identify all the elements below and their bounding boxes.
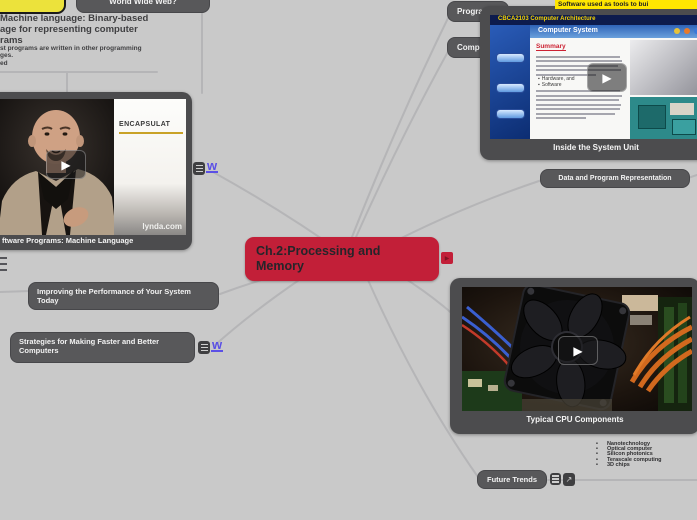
video-node-machine-language[interactable]: ENCAPSULAT lynda.com ▶ ftware Programs: …	[0, 92, 192, 250]
clipped-node-fragment	[0, 263, 7, 265]
toolbar-dot-icon	[684, 28, 690, 34]
video-caption: Typical CPU Components	[526, 415, 624, 424]
highlight-text: Software used as tools to bui	[558, 1, 649, 8]
notes-icon[interactable]	[193, 162, 205, 175]
notes-icon[interactable]	[198, 341, 210, 354]
node-future-trends[interactable]: Future Trends	[477, 470, 547, 489]
list-item: • 3D chips	[596, 461, 630, 468]
sidebar-button[interactable]	[496, 83, 525, 93]
sidebar-button[interactable]	[496, 53, 525, 63]
node-label: World Wide Web?	[109, 0, 177, 6]
node-label: Improving the Performance of Your System…	[37, 287, 191, 305]
node-strategies[interactable]: Strategies for Making Faster and Better …	[10, 332, 195, 363]
node-label: Future Trends	[486, 475, 537, 484]
play-button[interactable]: ▶	[46, 150, 86, 179]
clipped-yellow-node[interactable]	[0, 0, 66, 14]
slide-title: Computer System	[538, 27, 598, 34]
link-icon[interactable]: ↗	[563, 473, 575, 486]
slide-title-text: ENCAPSULAT	[119, 121, 171, 128]
text-node-machine-language-line1[interactable]: Machine language: Binary-based	[0, 13, 148, 24]
keyboard-image	[630, 40, 697, 95]
play-button[interactable]: ▶	[587, 63, 627, 92]
text-node-subtext-line1: st programs are written in other program…	[0, 45, 142, 52]
clipped-node-fragment	[0, 257, 7, 259]
gold-underline	[119, 132, 183, 134]
play-button[interactable]: ▶	[558, 336, 598, 365]
video-node-system-unit[interactable]: CBCA2103 Computer Architecture Computer …	[480, 6, 697, 160]
wikipedia-icon[interactable]: w	[206, 159, 219, 173]
slide-panel: ENCAPSULAT lynda.com	[114, 99, 186, 235]
expander-icon: ▶	[444, 255, 450, 262]
node-world-wide-web[interactable]: World Wide Web?	[76, 0, 210, 13]
clipped-node-fragment	[0, 269, 7, 271]
central-node[interactable]: Ch.2:Processing and Memory	[245, 237, 439, 281]
play-icon: ▶	[573, 343, 583, 358]
slide-heading: Summary	[536, 43, 566, 51]
text-node-machine-language-line2: age for representing computer	[0, 24, 138, 35]
slide-header: Computer System	[530, 25, 697, 38]
future-trends-bullet-list[interactable]: • Nanotechnology • Optical computer • Si…	[596, 441, 662, 468]
video-thumbnail[interactable]: ENCAPSULAT lynda.com ▶	[0, 99, 186, 235]
central-node-label: Ch.2:Processing and Memory	[256, 244, 381, 273]
video-node-cpu[interactable]: ▶ Typical CPU Components	[450, 278, 697, 434]
video-thumbnail[interactable]: ▶	[462, 287, 692, 411]
play-icon: ▶	[61, 157, 71, 172]
sidebar-button[interactable]	[496, 109, 525, 119]
highlight-strip: Software used as tools to bui	[555, 0, 697, 9]
video-caption: Inside the System Unit	[553, 143, 639, 152]
play-icon: ▶	[602, 70, 612, 85]
course-title: CBCA2103 Computer Architecture	[498, 16, 596, 22]
video-thumbnail[interactable]: CBCA2103 Computer Architecture Computer …	[490, 15, 697, 139]
node-data-representation[interactable]: Data and Program Representation	[540, 169, 690, 188]
slide-sidebar	[490, 25, 530, 139]
node-label: Data and Program Representation	[558, 175, 672, 182]
circuit-image	[630, 97, 697, 139]
slide-topbar: CBCA2103 Computer Architecture	[490, 15, 697, 25]
node-label: Strategies for Making Faster and Better …	[19, 337, 160, 355]
video-caption: ftware Programs: Machine Language	[2, 236, 134, 245]
toolbar-dot-icon	[674, 28, 680, 34]
expander-button[interactable]: ▶	[441, 252, 453, 264]
node-improving-performance[interactable]: Improving the Performance of Your System…	[28, 282, 219, 310]
brand-label: lynda.com	[142, 222, 182, 231]
notes-icon[interactable]	[550, 473, 561, 485]
mindmap-canvas[interactable]: World Wide Web? Machine language: Binary…	[0, 0, 697, 520]
wikipedia-icon[interactable]: w	[211, 338, 224, 352]
text-node-tail: ed	[0, 60, 8, 67]
text-node-subtext-line2: ges.	[0, 52, 14, 59]
